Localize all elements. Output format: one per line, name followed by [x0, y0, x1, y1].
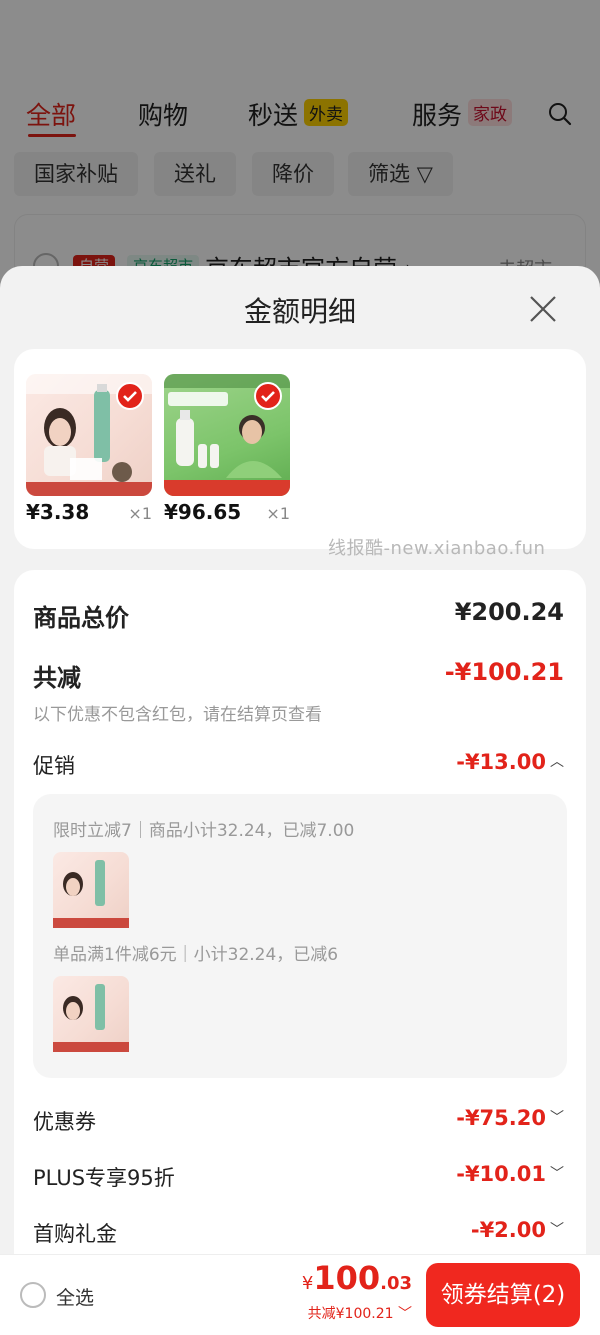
promo-label: 促销 [33, 754, 75, 778]
first-purchase-label: 首购礼金 [33, 1222, 117, 1246]
total-decimal: .03 [380, 1273, 412, 1294]
chevron-down-icon: ﹀ [550, 1166, 564, 1182]
plus-amount: -¥10.01 ﹀ [456, 1162, 564, 1186]
checkout-bar: 全选 ¥100.03 共减¥100.21 ﹀ 领券结算(2) [0, 1254, 600, 1335]
product-card: ¥3.38 ×1 ¥96.65 ×1 [14, 349, 586, 549]
promo-amount: -¥13.00 ︿ [456, 750, 564, 774]
currency-symbol: ¥ [301, 1273, 314, 1294]
total-label: 商品总价 [33, 604, 129, 632]
total-integer: 100 [313, 1259, 381, 1297]
dim-overlay[interactable] [0, 0, 600, 300]
watermark-text: 线报酷-new.xianbao.fun [328, 538, 546, 559]
chevron-down-icon: ﹀ [550, 1110, 564, 1126]
promo-product-thumb [53, 852, 129, 928]
checked-icon [254, 382, 282, 410]
first-purchase-value: -¥2.00 [470, 1218, 546, 1242]
price-breakdown: 商品总价 ¥200.24 共减 -¥100.21 以下优惠不包含红包，请在结算页… [14, 570, 586, 1254]
sheet-title: 金额明细 [243, 295, 356, 328]
chevron-up-icon: ︿ [550, 754, 564, 770]
promo-line: 限时立减7｜商品小计32.24，已减7.00 [53, 821, 355, 841]
promo-value: -¥13.00 [456, 750, 546, 774]
discount-value: -¥100.21 [444, 658, 564, 686]
chevron-down-icon: ﹀ [550, 1222, 564, 1238]
coupon-value: -¥75.20 [456, 1106, 546, 1130]
product-price: ¥96.65 [164, 500, 242, 524]
discount-note: 以下优惠不包含红包，请在结算页查看 [33, 705, 322, 725]
product-quantity: ×1 [266, 504, 290, 523]
promo-product-thumb [53, 976, 129, 1052]
coupon-amount: -¥75.20 ﹀ [456, 1106, 564, 1130]
total-value: ¥200.24 [454, 598, 564, 626]
product-item[interactable]: ¥96.65 ×1 [164, 374, 290, 524]
select-all-label[interactable]: 全选 [56, 1283, 94, 1310]
saved-amount-toggle[interactable]: 共减¥100.21 ﹀ [308, 1303, 412, 1323]
product-image [164, 374, 290, 496]
product-item[interactable]: ¥3.38 ×1 [26, 374, 152, 524]
promo-detail-box: 限时立减7｜商品小计32.24，已减7.00 单品满1件减6元｜小计32.24，… [33, 794, 567, 1078]
product-quantity: ×1 [128, 504, 152, 523]
cart-page-background: 全部 购物 秒送外卖 服务家政 国家补贴 送礼 降价 筛选 ▽ 自营 京东超市 … [0, 0, 600, 304]
select-all-radio[interactable] [20, 1282, 46, 1308]
amount-detail-sheet: 金额明细 ¥3.38 ×1 ¥96.65 ×1 线报酷-new.xianbao.… [0, 266, 600, 1254]
checked-icon [116, 382, 144, 410]
payable-total: ¥100.03 [302, 1259, 412, 1297]
discount-label: 共减 [33, 664, 81, 692]
chevron-down-icon: ﹀ [398, 1306, 412, 1322]
plus-label: PLUS专享95折 [33, 1166, 175, 1190]
promo-line: 单品满1件减6元｜小计32.24，已减6 [53, 945, 339, 965]
coupon-label: 优惠券 [33, 1110, 96, 1134]
saved-amount: 共减¥100.21 [307, 1306, 394, 1322]
close-icon[interactable] [528, 294, 558, 324]
checkout-button[interactable]: 领券结算(2) [426, 1263, 580, 1327]
first-purchase-amount: -¥2.00 ﹀ [471, 1218, 564, 1242]
product-image [26, 374, 152, 496]
plus-value: -¥10.01 [456, 1162, 546, 1186]
product-price: ¥3.38 [26, 500, 90, 524]
